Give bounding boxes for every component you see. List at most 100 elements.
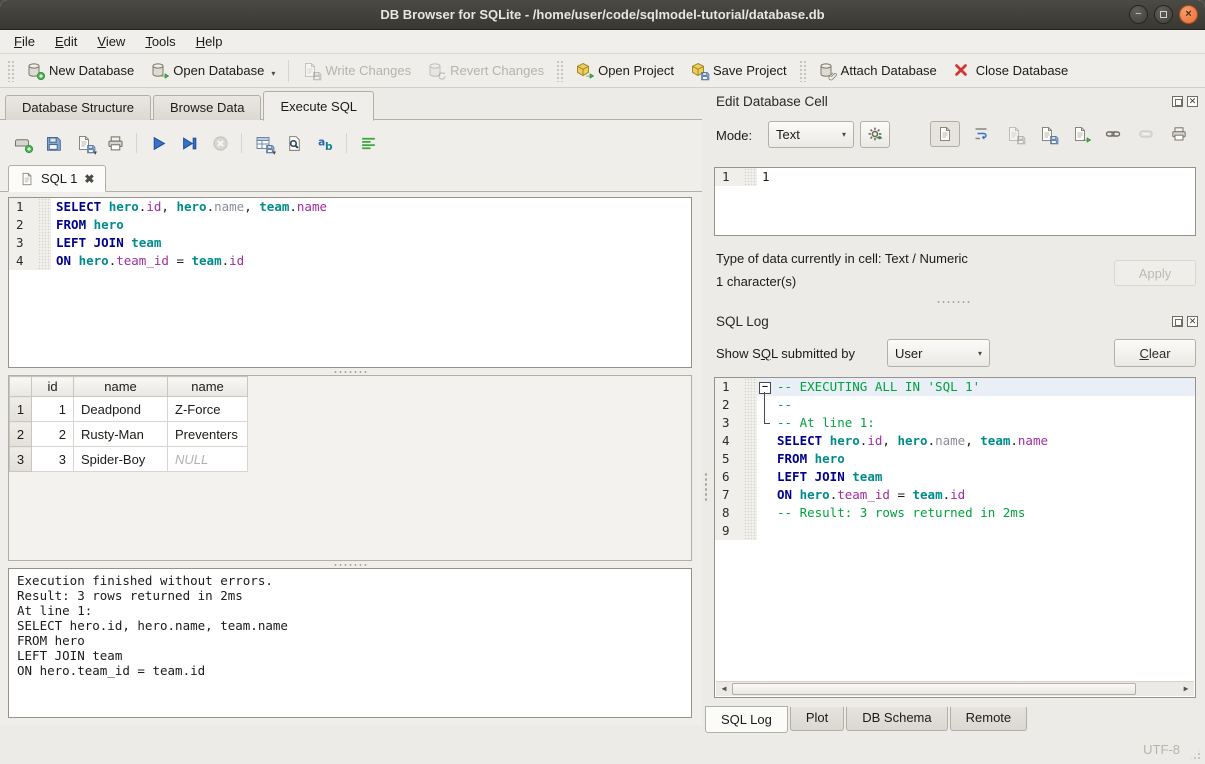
results-row-header[interactable]: 3 [10, 447, 32, 472]
results-row-header[interactable]: 1 [10, 397, 32, 422]
text-mode-button[interactable] [930, 121, 960, 147]
open-database-button[interactable]: Open Database ▾ [142, 57, 283, 84]
title-bar[interactable]: DB Browser for SQLite - /home/user/code/… [0, 0, 1205, 30]
dock-splitter[interactable] [702, 298, 1205, 305]
editor-results-splitter[interactable] [0, 368, 702, 375]
auto-format-button[interactable] [313, 131, 337, 155]
float-panel-icon[interactable] [1172, 316, 1183, 327]
save-results-dropdown-icon[interactable]: ▾ [272, 149, 276, 157]
revert-changes-button[interactable]: Revert Changes [419, 57, 552, 84]
attach-database-button[interactable]: Attach Database [810, 57, 945, 84]
results-cell[interactable]: 3 [32, 447, 74, 472]
scrollbar-thumb[interactable] [732, 683, 1136, 695]
close-database-icon [953, 62, 970, 79]
print-cell-button[interactable] [1167, 121, 1191, 147]
print-sql-button[interactable] [103, 131, 127, 155]
new-sql-tab-button[interactable] [10, 131, 34, 155]
results-corner[interactable] [10, 377, 32, 397]
write-changes-button[interactable]: Write Changes [294, 57, 419, 84]
toolbar-drag-handle[interactable] [556, 60, 563, 82]
close-sql-tab-icon[interactable]: ✖ [84, 173, 94, 185]
results-message-splitter[interactable] [0, 561, 702, 568]
results-cell[interactable]: Deadpond [74, 397, 168, 422]
tab-remote[interactable]: Remote [950, 707, 1028, 731]
tab-db-schema[interactable]: DB Schema [846, 707, 947, 731]
toolbar-drag-handle[interactable] [799, 60, 806, 82]
save-results-button[interactable]: ▾ [251, 131, 275, 155]
link-data-button[interactable] [1101, 121, 1125, 147]
execute-all-button[interactable] [146, 131, 170, 155]
log-filter-select[interactable]: User ▾ [887, 339, 990, 367]
results-column-header[interactable]: name [168, 377, 248, 397]
save-project-button[interactable]: Save Project [682, 57, 795, 84]
save-sql-dropdown-icon[interactable]: ▾ [93, 149, 97, 157]
menu-help[interactable]: Help [186, 31, 233, 52]
apply-data-button[interactable] [1068, 121, 1092, 147]
main-tab-bar: Database Structure Browse Data Execute S… [0, 88, 702, 120]
sql-toolbar-separator [241, 133, 242, 153]
results-cell[interactable]: Rusty-Man [74, 422, 168, 447]
menu-edit[interactable]: Edit [45, 31, 87, 52]
word-wrap-button[interactable] [969, 121, 993, 147]
results-cell[interactable]: Spider-Boy [74, 447, 168, 472]
toolbar-drag-handle[interactable] [7, 60, 14, 82]
save-as-button[interactable] [1035, 121, 1059, 147]
scroll-right-icon[interactable]: ▶ [1178, 682, 1194, 696]
execute-current-line-button[interactable] [177, 131, 201, 155]
results-cell[interactable]: 1 [32, 397, 74, 422]
print-icon [1171, 126, 1187, 142]
auto-apply-button[interactable] [860, 121, 890, 148]
menu-file[interactable]: File [4, 31, 45, 52]
set-null-button[interactable] [1134, 121, 1158, 147]
find-replace-button[interactable] [282, 131, 306, 155]
tab-execute-sql[interactable]: Execute SQL [263, 91, 374, 121]
new-database-button[interactable]: New Database [18, 57, 142, 84]
menu-view[interactable]: View [87, 31, 135, 52]
vertical-splitter-handle[interactable] [704, 472, 708, 502]
clear-log-button[interactable]: Clear [1114, 339, 1196, 367]
resize-grip[interactable] [1189, 748, 1202, 761]
toolbar-separator [288, 60, 289, 82]
toggle-comment-button[interactable] [356, 131, 380, 155]
import-from-file-button[interactable] [1002, 121, 1026, 147]
bottom-tab-bar: SQL Log Plot DB Schema Remote [705, 707, 1029, 733]
fold-marker-icon[interactable] [757, 378, 772, 396]
sql-editor[interactable]: 1SELECT hero.id, hero.name, team.name2FR… [8, 197, 692, 368]
close-panel-icon[interactable]: ✕ [1187, 316, 1198, 327]
save-sql-file-button[interactable]: ▾ [72, 131, 96, 155]
code-text: -- [772, 396, 792, 414]
results-cell[interactable]: Preventers [168, 422, 248, 447]
scroll-left-icon[interactable]: ◀ [716, 682, 732, 696]
results-cell[interactable]: NULL [168, 447, 248, 472]
line-number: 6 [715, 468, 744, 486]
results-column-header[interactable]: id [32, 377, 74, 397]
tab-plot[interactable]: Plot [790, 707, 844, 731]
maximize-button[interactable] [1154, 5, 1173, 24]
results-cell[interactable]: Z-Force [168, 397, 248, 422]
apply-button[interactable]: Apply [1114, 260, 1196, 286]
close-panel-icon[interactable]: ✕ [1187, 96, 1198, 107]
open-database-dropdown-icon[interactable]: ▾ [271, 69, 275, 78]
tab-database-structure[interactable]: Database Structure [5, 95, 151, 120]
results-row: 11DeadpondZ-Force [10, 397, 248, 422]
menu-tools[interactable]: Tools [135, 31, 185, 52]
close-database-button[interactable]: Close Database [945, 57, 1077, 84]
tab-browse-data[interactable]: Browse Data [153, 95, 261, 120]
minimize-button[interactable]: − [1129, 5, 1148, 24]
results-row-header[interactable]: 2 [10, 422, 32, 447]
save-as-icon [1039, 126, 1056, 143]
stop-execution-button[interactable] [208, 131, 232, 155]
tab-sql-log[interactable]: SQL Log [705, 706, 788, 733]
encoding-indicator[interactable]: UTF-8 [1143, 742, 1180, 757]
open-sql-file-button[interactable] [41, 131, 65, 155]
float-panel-icon[interactable] [1172, 96, 1183, 107]
close-button[interactable]: × [1179, 5, 1198, 24]
mode-select[interactable]: Text ▾ [768, 121, 854, 148]
sql-doc-tab[interactable]: SQL 1 ✖ [8, 165, 106, 192]
results-cell[interactable]: 2 [32, 422, 74, 447]
log-horizontal-scrollbar[interactable]: ◀ ▶ [716, 681, 1194, 696]
cell-value-editor[interactable]: 11 [714, 167, 1196, 236]
results-column-header[interactable]: name [74, 377, 168, 397]
open-project-button[interactable]: Open Project [567, 57, 682, 84]
sql-log-view[interactable]: ◀ ▶ 1-- EXECUTING ALL IN 'SQL 1'2--3-- A… [714, 377, 1196, 698]
